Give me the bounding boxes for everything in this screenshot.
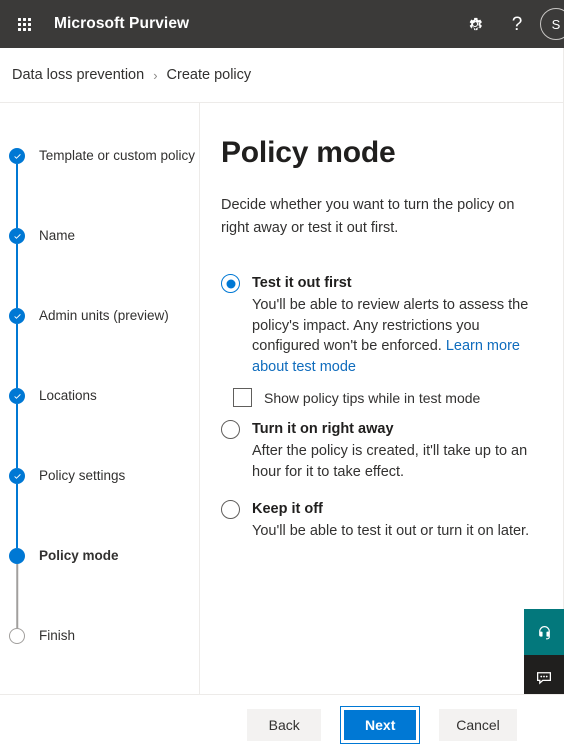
option-title[interactable]: Turn it on right away bbox=[252, 419, 544, 439]
step-label: Policy settings bbox=[39, 468, 126, 483]
step-connector bbox=[16, 484, 18, 548]
policy-mode-radio-group: Test it out first You'll be able to revi… bbox=[221, 273, 544, 542]
step-label: Locations bbox=[39, 388, 97, 403]
step-complete-icon bbox=[9, 468, 25, 484]
option-turn-it-on-right-away[interactable]: Turn it on right away After the policy i… bbox=[221, 419, 544, 482]
suite-title[interactable]: Microsoft Purview bbox=[54, 15, 189, 33]
show-policy-tips-checkbox-row[interactable]: Show policy tips while in test mode bbox=[233, 388, 544, 407]
page-subtitle: Decide whether you want to turn the poli… bbox=[221, 197, 515, 236]
step-complete-icon bbox=[9, 228, 25, 244]
app-launcher-waffle-icon[interactable] bbox=[0, 0, 48, 48]
breadcrumb: Data loss prevention › Create policy bbox=[0, 48, 564, 103]
option-description: You'll be able to test it out or turn it… bbox=[252, 523, 530, 539]
avatar[interactable]: S bbox=[540, 8, 564, 40]
option-test-it-out-first[interactable]: Test it out first You'll be able to revi… bbox=[221, 273, 544, 377]
floating-widget-stack bbox=[524, 609, 564, 694]
step-label: Finish bbox=[39, 628, 76, 643]
step-connector bbox=[16, 324, 18, 388]
step-template-or-custom-policy[interactable]: Template or custom policy bbox=[0, 148, 199, 228]
page-title: Policy mode bbox=[221, 136, 396, 169]
next-button[interactable]: Next bbox=[340, 705, 421, 744]
chat-bubble-icon[interactable] bbox=[524, 655, 564, 694]
question-mark-icon[interactable]: ? bbox=[496, 0, 538, 48]
option-title[interactable]: Test it out first bbox=[252, 273, 544, 293]
step-label: Policy mode bbox=[39, 548, 119, 563]
step-admin-units[interactable]: Admin units (preview) bbox=[0, 308, 199, 388]
step-marker bbox=[6, 548, 28, 628]
breadcrumb-item-root[interactable]: Data loss prevention bbox=[12, 67, 144, 83]
step-current-icon bbox=[9, 548, 25, 564]
step-marker bbox=[6, 308, 28, 388]
gear-icon[interactable] bbox=[454, 0, 496, 48]
show-policy-tips-checkbox[interactable] bbox=[233, 388, 252, 407]
suite-header: Microsoft Purview ? S bbox=[0, 0, 564, 48]
step-marker bbox=[6, 148, 28, 228]
suite-header-actions: ? S bbox=[454, 0, 564, 48]
option-description: After the policy is created, it'll take … bbox=[252, 443, 528, 480]
headset-icon[interactable] bbox=[524, 609, 564, 655]
option-keep-it-off[interactable]: Keep it off You'll be able to test it ou… bbox=[221, 499, 544, 542]
option-spacer bbox=[221, 484, 544, 499]
radio-turn-it-on-right-away[interactable] bbox=[221, 420, 240, 439]
cancel-button[interactable]: Cancel bbox=[439, 708, 517, 741]
radio-keep-it-off[interactable] bbox=[221, 500, 240, 519]
step-policy-mode[interactable]: Policy mode bbox=[0, 548, 199, 628]
step-marker bbox=[6, 468, 28, 548]
step-connector bbox=[16, 404, 18, 468]
show-policy-tips-label[interactable]: Show policy tips while in test mode bbox=[264, 390, 480, 406]
back-button[interactable]: Back bbox=[247, 708, 322, 741]
step-marker bbox=[6, 628, 28, 644]
step-connector bbox=[16, 244, 18, 308]
main-content: Policy mode Decide whether you want to t… bbox=[200, 103, 564, 694]
step-complete-icon bbox=[9, 308, 25, 324]
option-description: You'll be able to review alerts to asses… bbox=[252, 295, 544, 377]
option-title[interactable]: Keep it off bbox=[252, 499, 544, 519]
step-label: Template or custom policy bbox=[39, 148, 196, 163]
wizard-stepper: Template or custom policy Name Admin uni… bbox=[0, 103, 200, 694]
step-label: Name bbox=[39, 228, 76, 243]
step-label: Admin units (preview) bbox=[39, 308, 169, 323]
step-policy-settings[interactable]: Policy settings bbox=[0, 468, 199, 548]
step-marker bbox=[6, 228, 28, 308]
step-name[interactable]: Name bbox=[0, 228, 199, 308]
step-pending-icon bbox=[9, 628, 25, 644]
page-body: Template or custom policy Name Admin uni… bbox=[0, 103, 564, 694]
wizard-footer: Back Next Cancel bbox=[0, 694, 564, 754]
step-connector bbox=[16, 164, 18, 228]
step-complete-icon bbox=[9, 388, 25, 404]
breadcrumb-separator-icon: › bbox=[153, 67, 158, 83]
radio-test-it-out-first[interactable] bbox=[221, 274, 240, 293]
breadcrumb-item-current[interactable]: Create policy bbox=[167, 67, 252, 83]
step-locations[interactable]: Locations bbox=[0, 388, 199, 468]
waffle-grid bbox=[17, 17, 31, 31]
step-complete-icon bbox=[9, 148, 25, 164]
help-glyph: ? bbox=[511, 13, 523, 35]
step-connector bbox=[16, 564, 18, 628]
step-marker bbox=[6, 388, 28, 468]
